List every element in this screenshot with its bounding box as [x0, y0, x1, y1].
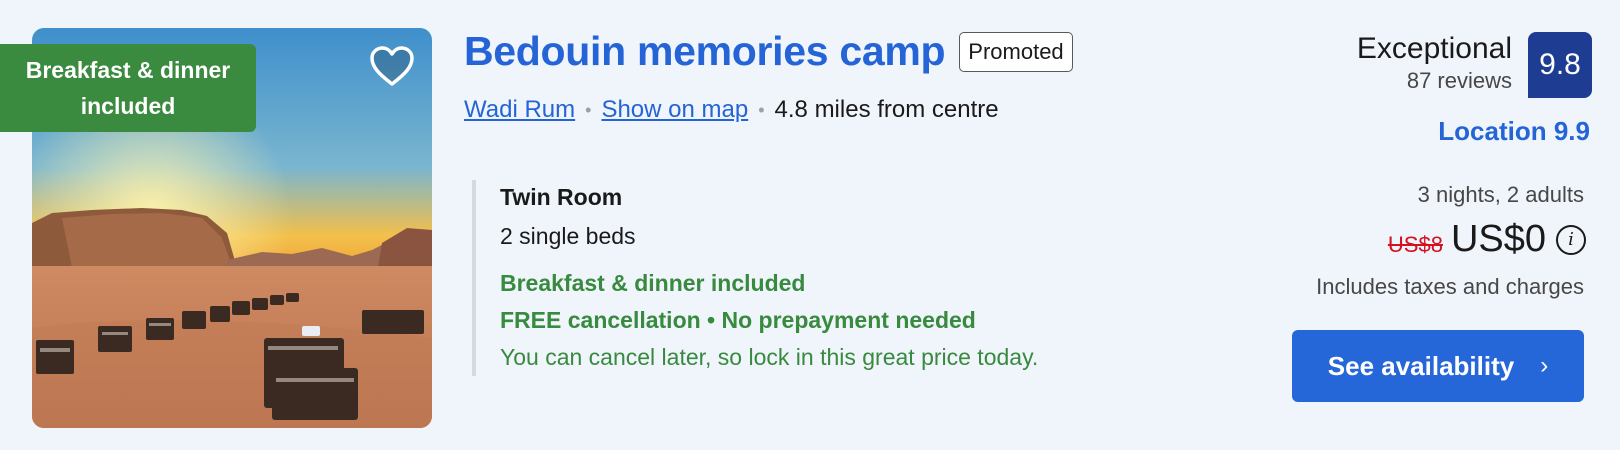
original-price: US$8 [1387, 231, 1443, 257]
promoted-badge: Promoted [959, 31, 1073, 72]
review-summary[interactable]: Exceptional 87 reviews 9.8 [1357, 32, 1592, 98]
see-availability-button[interactable]: See availability › [1292, 330, 1584, 402]
location-link[interactable]: Wadi Rum [464, 96, 575, 124]
review-count: 87 reviews [1406, 68, 1512, 93]
stay-info: 3 nights, 2 adults [1417, 182, 1584, 207]
heart-icon [370, 46, 414, 86]
separator-dot: • [758, 99, 765, 120]
meal-plan-badge: Breakfast & dinner included [0, 44, 256, 132]
location-row: Wadi Rum • Show on map • 4.8 miles from … [464, 96, 999, 124]
room-details: Twin Room 2 single beds Breakfast & dinn… [472, 180, 1112, 376]
see-availability-label: See availability [1327, 350, 1515, 381]
room-beds: 2 single beds [500, 223, 636, 249]
current-price: US$0 [1450, 218, 1546, 260]
taxes-note: Includes taxes and charges [1316, 274, 1584, 299]
show-on-map-link[interactable]: Show on map [601, 96, 748, 124]
review-label: Exceptional [1356, 32, 1512, 65]
cancellation-note: You can cancel later, so lock in this gr… [500, 344, 1039, 370]
cancellation-policy: FREE cancellation • No prepayment needed [500, 307, 976, 333]
price-row: US$8 US$0 i [1388, 218, 1586, 261]
meal-included: Breakfast & dinner included [500, 270, 806, 296]
favorite-button[interactable] [366, 40, 418, 92]
room-name: Twin Room [500, 184, 623, 210]
chevron-right-icon: › [1540, 352, 1549, 379]
property-title[interactable]: Bedouin memories camp [464, 28, 946, 75]
distance-text: 4.8 miles from centre [774, 96, 999, 123]
review-score-badge: 9.8 [1528, 32, 1592, 98]
separator-dot: • [585, 99, 592, 120]
location-score: Location 9.9 [1438, 116, 1590, 146]
property-card: Breakfast & dinner included Bedouin memo… [0, 0, 1620, 450]
review-text: Exceptional 87 reviews [1357, 32, 1512, 94]
info-icon[interactable]: i [1556, 224, 1586, 255]
title-row: Bedouin memories camp Promoted [464, 28, 1073, 75]
